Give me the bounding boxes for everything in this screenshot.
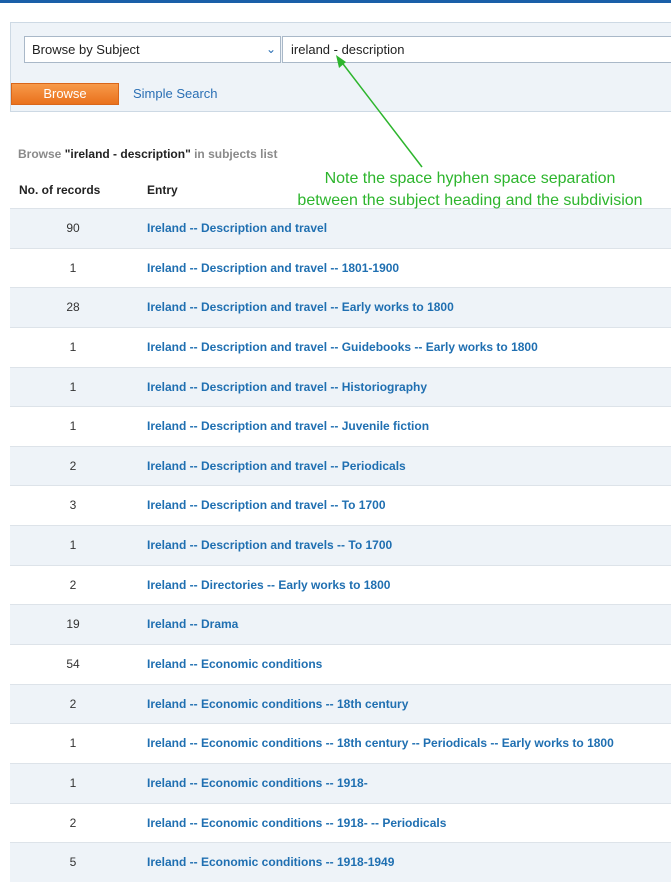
top-accent-bar — [0, 0, 671, 3]
subject-entry-link[interactable]: Ireland -- Economic conditions — [147, 657, 322, 671]
record-count: 2 — [69, 696, 77, 711]
table-row: 2 Ireland -- Economic conditions -- 1918-… — [10, 802, 671, 843]
annotation-line-1: Note the space hyphen space separation — [324, 170, 616, 187]
browse-heading-term: "ireland - description" — [64, 147, 191, 161]
record-count: 1 — [69, 339, 77, 354]
subject-entry-link[interactable]: Ireland -- Drama — [147, 617, 238, 631]
browse-button[interactable]: Browse — [11, 83, 119, 105]
results-table: 90 Ireland -- Description and travel 1 Irel… — [10, 208, 671, 882]
browse-heading-prefix: Browse — [18, 147, 65, 161]
browse-heading: Browse "ireland - description" in subjec… — [18, 147, 277, 161]
subject-entry-link[interactable]: Ireland -- Description and travel -- 180… — [147, 261, 399, 275]
subject-entry-link[interactable]: Ireland -- Economic conditions -- 18th c… — [147, 697, 408, 711]
record-count: 1 — [69, 260, 77, 275]
browse-heading-suffix: in subjects list — [190, 147, 278, 161]
record-count: 1 — [69, 379, 77, 394]
column-header-entry: Entry — [147, 183, 178, 197]
record-count: 54 — [66, 657, 80, 672]
subject-entry-link[interactable]: Ireland -- Description and travel -- To … — [147, 498, 386, 512]
subject-entry-link[interactable]: Ireland -- Description and travels -- To… — [147, 538, 392, 552]
annotation-line-2: between the subject heading and the subd… — [297, 192, 643, 209]
annotation-note: Note the space hyphen space separation b… — [250, 168, 671, 212]
table-row: 90 Ireland -- Description and travel — [10, 208, 671, 248]
subject-entry-link[interactable]: Ireland -- Description and travel -- His… — [147, 380, 427, 394]
search-type-value: Browse by Subject — [32, 42, 140, 57]
search-input[interactable]: ireland - description — [282, 36, 671, 63]
table-row: 2 Ireland -- Description and travel -- Pe… — [10, 445, 671, 486]
table-row: 5 Ireland -- Economic conditions -- 1918-… — [10, 842, 671, 882]
column-header-records: No. of records — [19, 183, 101, 197]
subject-entry-link[interactable]: Ireland -- Economic conditions -- 1918- … — [147, 816, 446, 830]
subject-entry-link[interactable]: Ireland -- Description and travel -- Gui… — [147, 340, 538, 354]
record-count: 2 — [69, 458, 77, 473]
subject-entry-link[interactable]: Ireland -- Economic conditions -- 18th c… — [147, 736, 614, 750]
table-row: 1 Ireland -- Description and travel -- Gu… — [10, 326, 671, 367]
subject-entry-link[interactable]: Ireland -- Economic conditions -- 1918- — [147, 776, 368, 790]
record-count: 1 — [69, 775, 77, 790]
table-row: 19 Ireland -- Drama — [10, 604, 671, 645]
record-count: 90 — [66, 221, 80, 235]
table-row: 1 Ireland -- Economic conditions -- 1918- — [10, 762, 671, 803]
record-count: 1 — [69, 736, 77, 751]
table-row: 1 Ireland -- Description and travels -- T… — [10, 525, 671, 565]
simple-search-link[interactable]: Simple Search — [133, 86, 218, 101]
table-row: 2 Ireland -- Economic conditions -- 18th … — [10, 683, 671, 724]
table-row: 1 Ireland -- Description and travel -- Hi… — [10, 366, 671, 407]
subject-entry-link[interactable]: Ireland -- Economic conditions -- 1918-1… — [147, 855, 394, 869]
search-type-select[interactable]: Browse by Subject ⌄ — [24, 36, 281, 63]
search-panel: Browse by Subject ⌄ ireland - descriptio… — [10, 22, 671, 112]
record-count: 3 — [69, 498, 77, 513]
table-row: 1 Ireland -- Description and travel -- Ju… — [10, 406, 671, 446]
record-count: 1 — [69, 538, 77, 553]
chevron-down-icon: ⌄ — [265, 42, 276, 56]
record-count: 19 — [66, 617, 80, 632]
record-count: 1 — [69, 419, 77, 434]
table-row: 1 Ireland -- Economic conditions -- 18th … — [10, 723, 671, 763]
record-count: 28 — [66, 300, 80, 315]
record-count: 2 — [69, 577, 77, 592]
table-row: 2 Ireland -- Directories -- Early works t… — [10, 564, 671, 605]
table-row: 54 Ireland -- Economic conditions — [10, 644, 671, 684]
table-row: 28 Ireland -- Description and travel -- E… — [10, 287, 671, 327]
subject-entry-link[interactable]: Ireland -- Description and travel -- Juv… — [147, 419, 429, 433]
subject-entry-link[interactable]: Ireland -- Description and travel -- Per… — [147, 459, 406, 473]
subject-entry-link[interactable]: Ireland -- Directories -- Early works to… — [147, 578, 390, 592]
record-count: 5 — [69, 855, 77, 870]
record-count: 2 — [69, 815, 77, 830]
subject-entry-link[interactable]: Ireland -- Description and travel -- Ear… — [147, 300, 454, 314]
table-row: 1 Ireland -- Description and travel -- 18… — [10, 247, 671, 288]
subject-entry-link[interactable]: Ireland -- Description and travel — [147, 221, 327, 235]
table-row: 3 Ireland -- Description and travel -- To… — [10, 485, 671, 526]
